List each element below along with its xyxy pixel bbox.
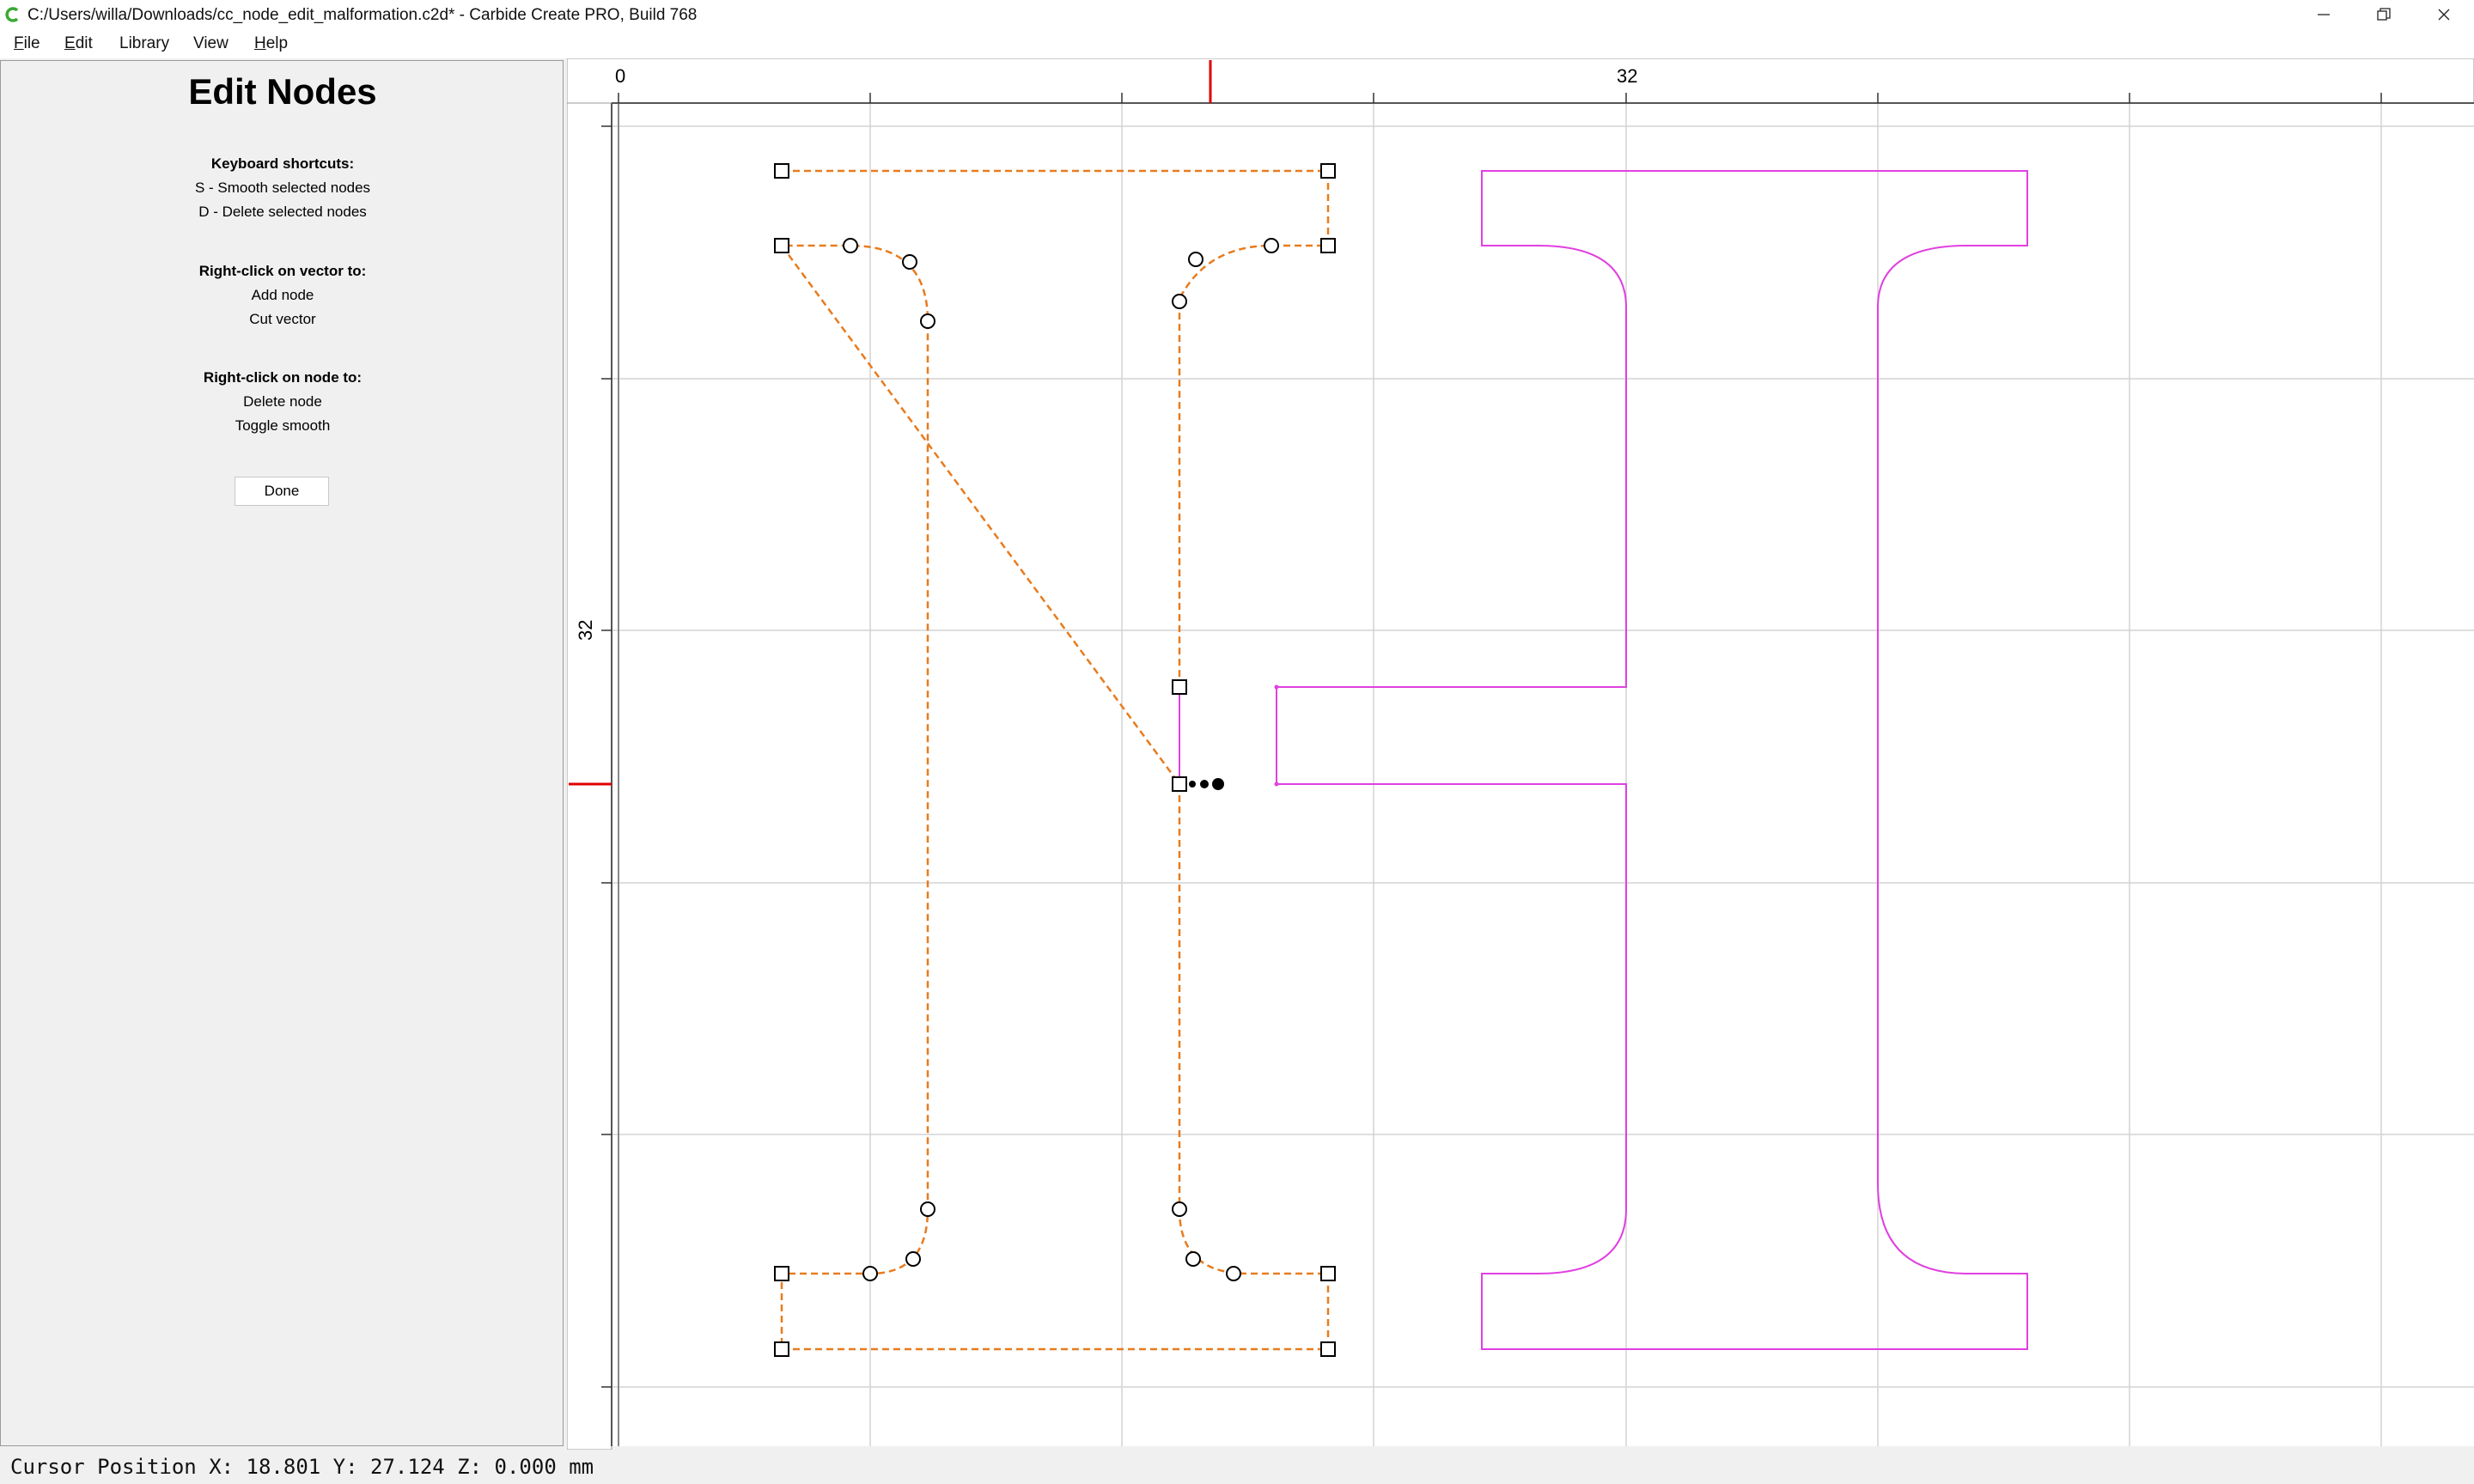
top-ruler-label-32: 32 [1617,65,1637,87]
smooth-node[interactable] [843,238,858,253]
vector-action-add-node: Add node [251,287,314,303]
smooth-node[interactable] [920,1201,935,1217]
smooth-node[interactable] [1185,1251,1201,1267]
smooth-node[interactable] [920,313,935,329]
left-ruler [567,102,612,1450]
close-icon[interactable] [2414,0,2474,29]
corner-node[interactable] [1320,163,1336,179]
menu-help[interactable]: Help [254,34,288,53]
smooth-node[interactable] [902,254,917,270]
minimize-icon[interactable] [2294,0,2354,29]
node-actions-heading: Right-click on node to: [203,369,363,386]
smooth-node[interactable] [1188,252,1203,267]
corner-node[interactable] [774,1266,789,1281]
menu-view[interactable]: View [193,34,229,53]
menu-library[interactable]: Library [119,34,169,53]
title-bar: C:/Users/willa/Downloads/cc_node_edit_ma… [0,0,2474,29]
carbide-create-app-icon [5,7,19,22]
work-area[interactable] [612,104,2474,1446]
window-title: C:/Users/willa/Downloads/cc_node_edit_ma… [27,6,698,24]
shortcut-delete: D - Delete selected nodes [198,204,367,220]
menu-edit[interactable]: Edit [64,34,93,53]
corner-node[interactable] [1172,776,1187,792]
keyboard-shortcuts-heading: Keyboard shortcuts: [210,155,355,172]
smooth-node[interactable] [1264,238,1279,253]
magenta-vertex [1274,782,1279,787]
magenta-vertex [1274,684,1279,690]
design-canvas[interactable]: 0 32 32 [567,58,2474,1450]
corner-node[interactable] [1320,238,1336,253]
corner-node[interactable] [1172,679,1187,695]
top-ruler [567,58,2474,104]
shortcut-smooth: S - Smooth selected nodes [194,179,371,196]
left-ruler-label-32: 32 [575,620,596,641]
smooth-node[interactable] [1226,1266,1241,1281]
edit-nodes-panel: Edit Nodes Keyboard shortcuts: S - Smoot… [0,60,564,1446]
smooth-node[interactable] [905,1251,921,1267]
corner-node[interactable] [1320,1341,1336,1357]
corner-node[interactable] [1320,1266,1336,1281]
corner-node[interactable] [774,163,789,179]
vector-actions-heading: Right-click on vector to: [198,263,367,279]
done-button[interactable]: Done [235,477,329,506]
restore-icon[interactable] [2354,0,2414,29]
smooth-node[interactable] [1172,1201,1187,1217]
panel-title: Edit Nodes [188,71,377,112]
vector-action-cut-vector: Cut vector [249,311,316,327]
smooth-node[interactable] [1172,294,1187,309]
cursor-position-readout: Cursor Position X: 18.801 Y: 27.124 Z: 0… [10,1455,594,1479]
node-action-toggle-smooth: Toggle smooth [235,417,331,434]
menu-bar: File Edit Library View Help [0,29,2474,58]
node-action-delete-node: Delete node [243,393,322,410]
smooth-node[interactable] [862,1266,878,1281]
corner-node[interactable] [774,238,789,253]
status-bar: Cursor Position X: 18.801 Y: 27.124 Z: 0… [0,1450,2474,1484]
top-ruler-label-0: 0 [615,65,625,87]
corner-node[interactable] [774,1341,789,1357]
menu-file[interactable]: File [14,34,40,53]
